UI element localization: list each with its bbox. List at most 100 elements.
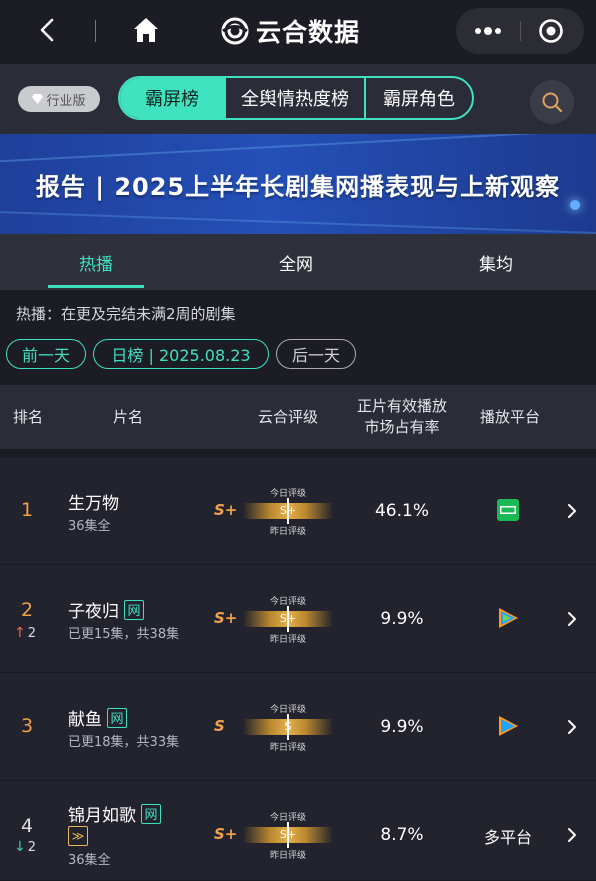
brand-logo-icon <box>221 17 249 45</box>
rank-trend: ↓ 2 <box>14 839 36 855</box>
market-share: 8.7% <box>380 825 424 845</box>
header-rank: 排名 <box>12 407 43 426</box>
category-bar: 行业版 霸屏榜 全舆情热度榜 霸屏角色 <box>0 64 596 134</box>
chevron-right-icon[interactable] <box>564 827 580 843</box>
web-drama-badge: 网 <box>124 599 144 620</box>
rating-gauge: 今日评级 S+ 昨日评级 <box>243 592 333 648</box>
chevron-right-icon[interactable] <box>564 503 580 519</box>
rating-grade: S+ <box>214 609 238 627</box>
table-header: 排名 片名 云合评级 正片有效播放 市场占有率 播放平台 <box>0 385 596 449</box>
segment-screen-dominance[interactable]: 霸屏榜 <box>120 78 226 118</box>
tab-all-network[interactable]: 全网 <box>226 234 366 290</box>
gauge-yesterday-label: 昨日评级 <box>269 851 306 861</box>
gauge-yesterday-label: 昨日评级 <box>269 635 306 645</box>
segment-dominant-roles[interactable]: 霸屏角色 <box>366 78 472 118</box>
header-rating: 云合评级 <box>257 407 318 426</box>
capsule-divider <box>520 21 521 41</box>
more-dots-icon[interactable] <box>470 18 506 44</box>
market-share: 9.9% <box>380 717 424 737</box>
header-platform: 播放平台 <box>479 407 540 426</box>
rank-number: 4 <box>20 815 34 837</box>
drama-title-text: 子夜归 <box>68 602 119 622</box>
platform <box>480 499 536 521</box>
drama-title-text: 献鱼 <box>68 710 102 730</box>
rating-gauge: 今日评级 S+ 昨日评级 <box>243 808 333 864</box>
rank-number: 2 <box>20 599 34 621</box>
platform <box>480 605 536 631</box>
rating-gauge: 今日评级 S 昨日评级 <box>243 700 333 756</box>
mini-program-capsule <box>456 8 584 54</box>
date-navigation: 前一天 日榜 | 2025.08.23 后一天 <box>6 339 363 369</box>
brand-name: 云合数据 <box>256 18 361 47</box>
trend-up-arrow-icon: ↑ <box>14 625 26 641</box>
header-market-share: 正片有效播放 市场占有率 <box>346 385 458 449</box>
web-drama-badge: 网 <box>141 803 161 824</box>
industry-edition-label: 行业版 <box>46 93 86 109</box>
platform <box>480 713 536 739</box>
search-button[interactable] <box>530 80 574 124</box>
gauge-yesterday-label: 昨日评级 <box>269 743 306 753</box>
drama-title: 锦月如歌 网 <box>68 801 161 826</box>
rank-number: 1 <box>20 499 34 521</box>
rank-number: 3 <box>20 715 34 737</box>
active-tab-indicator <box>48 285 144 288</box>
rating-grade: S+ <box>214 825 238 843</box>
gauge-yesterday-label: 昨日评级 <box>269 527 306 537</box>
back-arrow-icon[interactable] <box>36 18 60 42</box>
tencent-video-logo-icon <box>499 608 518 628</box>
ranking-description: 热播：在更及完结未满2周的剧集 <box>16 305 236 323</box>
rating-gauge: 今日评级 S+ 昨日评级 <box>243 484 333 540</box>
header-title: 片名 <box>112 407 143 426</box>
header-market-share-line2: 市场占有率 <box>364 418 440 436</box>
tab-per-episode[interactable]: 集均 <box>426 234 566 290</box>
trend-value: 2 <box>27 625 37 641</box>
market-share: 46.1% <box>374 501 429 521</box>
home-icon[interactable] <box>131 15 161 45</box>
rating-grade: S <box>214 717 225 735</box>
episode-info: 36集全 <box>68 519 111 534</box>
top-bar: 云合数据 <box>0 0 596 64</box>
drama-title: 生万物 <box>68 489 119 514</box>
table-row[interactable]: 4 ↓ 2 锦月如歌 网 ≫ 36集全 S+ 今日评级 S+ 昨日评级 8.7%… <box>0 781 596 881</box>
chevron-right-icon[interactable] <box>564 719 580 735</box>
drama-title: 子夜归 网 <box>68 597 144 622</box>
banner-title: 报告 | 2025上半年长剧集网播表现与上新观察 <box>35 172 561 201</box>
close-target-icon[interactable] <box>538 18 564 44</box>
date-selector[interactable]: 日榜 | 2025.08.23 <box>93 339 269 369</box>
ranking-tabs: 热播 全网 集均 <box>0 234 596 290</box>
extra-badge-wrap: ≫ <box>68 825 88 846</box>
tab-hot[interactable]: 热播 <box>26 234 166 290</box>
gauge-today-grade: S+ <box>279 504 297 517</box>
table-row[interactable]: 1 生万物 36集全 S+ 今日评级 S+ 昨日评级 46.1% <box>0 457 596 565</box>
report-banner[interactable]: 报告 | 2025上半年长剧集网播表现与上新观察 <box>0 134 596 234</box>
market-share: 9.9% <box>380 609 424 629</box>
divider <box>95 20 96 42</box>
platform: 多平台 <box>480 824 536 848</box>
search-icon <box>542 92 563 113</box>
table-row[interactable]: 3 献鱼 网 已更18集，共33集 S 今日评级 S 昨日评级 9.9% <box>0 673 596 781</box>
iqiyi-logo-icon <box>497 499 519 521</box>
header-market-share-line1: 正片有效播放 <box>356 397 447 415</box>
drama-title: 献鱼 网 <box>68 705 127 730</box>
diamond-icon <box>32 94 44 104</box>
platform-text: 多平台 <box>483 828 532 847</box>
prev-day-button[interactable]: 前一天 <box>6 339 86 369</box>
episode-info: 36集全 <box>68 853 111 868</box>
industry-edition-badge[interactable]: 行业版 <box>18 86 100 112</box>
trend-down-arrow-icon: ↓ <box>14 839 26 855</box>
rating-grade: S+ <box>214 501 238 519</box>
drama-title-text: 生万物 <box>68 494 119 514</box>
trend-value: 2 <box>27 839 37 855</box>
gauge-today-grade: S <box>284 720 292 733</box>
table-row[interactable]: 2 ↑ 2 子夜归 网 已更15集，共38集 S+ 今日评级 S+ 昨日评级 9… <box>0 565 596 673</box>
ranking-segmented-control: 霸屏榜 全舆情热度榜 霸屏角色 <box>118 76 474 120</box>
chevron-right-icon[interactable] <box>564 611 580 627</box>
segment-public-opinion[interactable]: 全舆情热度榜 <box>226 78 366 118</box>
fast-forward-badge-icon: ≫ <box>68 826 88 846</box>
rank-trend: ↑ 2 <box>14 625 36 641</box>
tencent-video-logo-icon <box>499 716 518 736</box>
episode-info: 已更18集，共33集 <box>68 735 180 750</box>
gauge-today-grade: S+ <box>279 612 297 625</box>
next-day-button[interactable]: 后一天 <box>276 339 356 369</box>
drama-title-text: 锦月如歌 <box>68 806 136 826</box>
